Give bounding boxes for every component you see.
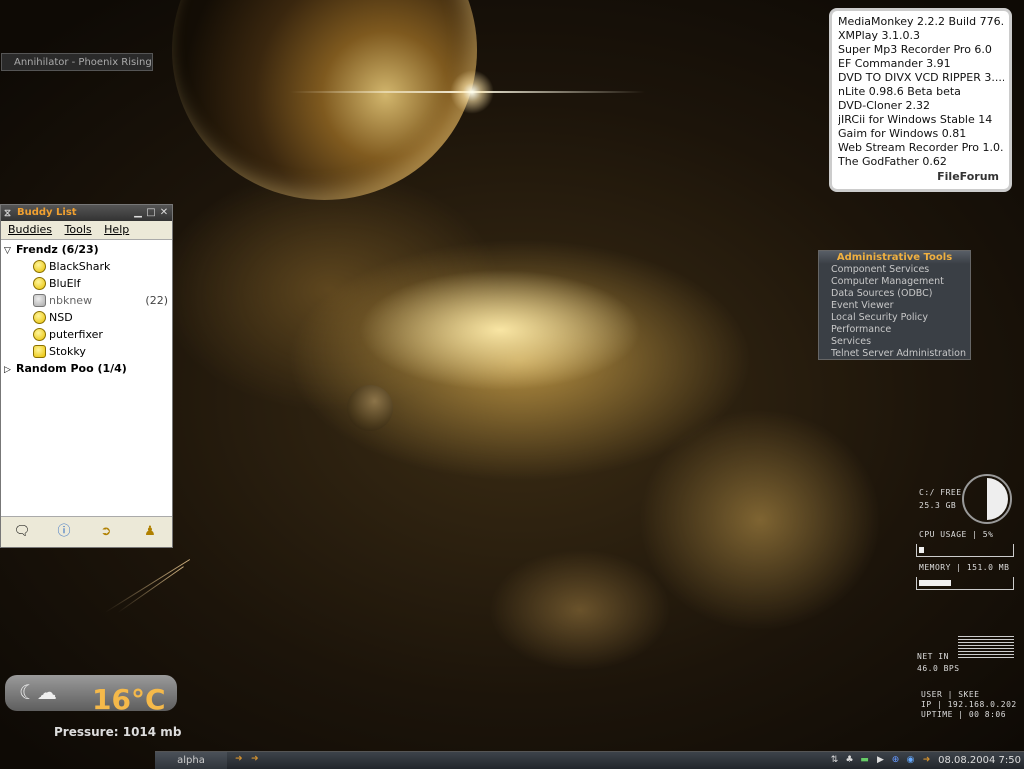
admin-item[interactable]: Services [819,336,970,348]
memory-bar [916,577,1014,590]
cpu-bar-fill [919,547,924,553]
play-tray-icon[interactable]: ▶ [875,755,886,766]
fileforum-item[interactable]: jIRCii for Windows Stable 14 [838,113,1004,127]
net-graph [958,636,1014,660]
taskbar: alpha ➜ ➜ ⇅ ♣ ▬ ▶ ⊕ ◉ ➜ 08.08.2004 7:50 [155,751,1024,769]
idle-icon [33,294,46,307]
buddy-tree: ▽ Frendz (6/23) BlackShark BluElf nbknew … [1,240,172,377]
buddy-item[interactable]: nbknew (22) [1,292,172,309]
wallpaper-streak [104,559,191,613]
minimize-button[interactable]: ▁ [132,206,144,219]
wallpaper-moon [347,385,393,431]
fileforum-brand[interactable]: FileForum [937,170,999,183]
wallpaper-planet [172,0,477,200]
disk-ring-fill [966,478,1008,520]
smiley-online-icon [33,260,46,273]
away-icon[interactable]: ♟ [141,523,159,541]
fileforum-item[interactable]: The GodFather 0.62 [838,155,1004,169]
network-tray-icon[interactable]: ⇅ [829,755,840,766]
smiley-online-icon [33,311,46,324]
group-random-poo[interactable]: ▷ Random Poo (1/4) [1,360,172,377]
buddy-list-menubar: Buddies Tools Help [1,221,172,240]
info-icon[interactable]: ⓘ [55,523,73,541]
smiley-online-icon [33,277,46,290]
globe-tray-icon[interactable]: ⊕ [890,755,901,766]
fileforum-item[interactable]: MediaMonkey 2.2.2 Build 776... [838,15,1004,29]
admin-item[interactable]: Telnet Server Administration [819,348,970,360]
buddy-list-titlebar[interactable]: ⧖ Buddy List ▁ □ ✕ [1,205,172,221]
memory-label: MEMORY | 151.0 MB [919,563,1010,572]
ip-line: IP | 192.168.0.202 [921,700,1017,709]
uptime-line: UPTIME | 00 8:06 [921,710,1007,719]
memory-bar-fill [919,580,952,586]
buddy-list-window: ⧖ Buddy List ▁ □ ✕ Buddies Tools Help ▽ F… [0,204,173,548]
cpu-bar [916,544,1014,557]
fileforum-item[interactable]: XMPlay 3.1.0.3 [838,29,1004,43]
maximize-button[interactable]: □ [145,206,157,219]
fileforum-item[interactable]: Web Stream Recorder Pro 1.0... [838,141,1004,155]
admin-item[interactable]: Data Sources (ODBC) [819,288,970,300]
menu-help[interactable]: Help [104,223,129,236]
chat-icon[interactable]: ➲ [97,523,115,541]
clock[interactable]: 08.08.2004 7:50 [938,752,1021,769]
close-button[interactable]: ✕ [158,206,170,219]
buddy-item[interactable]: BlackShark [1,258,172,275]
buddy-list-title: Buddy List [17,207,77,218]
buddy-item[interactable]: NSD [1,309,172,326]
wallpaper-streak [117,566,184,613]
buddy-item[interactable]: puterfixer [1,326,172,343]
fileforum-item[interactable]: nLite 0.98.6 Beta beta [838,85,1004,99]
monitor-tray-icon[interactable]: ▬ [859,755,870,766]
messenger-tray-icon[interactable]: ◉ [905,755,916,766]
arrow-icon[interactable]: ➜ [251,754,259,764]
admin-item[interactable]: Component Services [819,264,970,276]
task-button-alpha[interactable]: alpha [155,752,227,769]
moon-cloud-icon: ☾☁ [19,680,57,704]
fileforum-item[interactable]: DVD-Cloner 2.32 [838,99,1004,113]
user-line: USER | SKEE [921,690,980,699]
net-value: 46.0 BPS [917,664,960,673]
wallpaper-flare [450,70,494,114]
buddy-list-toolbar: 🗨 ⓘ ➲ ♟ [1,516,172,547]
winamp-title-bar[interactable]: Annihilator - Phoenix Rising [1,53,153,71]
menu-tools[interactable]: Tools [65,223,92,236]
hourglass-icon: ⧖ [4,208,12,219]
buddy-item[interactable]: BluElf [1,275,172,292]
disk-value: 25.3 GB [919,501,957,510]
admin-tools-title: Administrative Tools [819,251,970,264]
smiley-online-icon [33,328,46,341]
admin-item[interactable]: Local Security Policy [819,312,970,324]
temperature: 16°C [92,683,166,716]
fileforum-panel: MediaMonkey 2.2.2 Build 776... XMPlay 3.… [829,8,1012,192]
arrow-tray-icon[interactable]: ➜ [921,755,932,766]
collapse-triangle-icon[interactable]: ▷ [4,362,16,379]
admin-tools-menu: Administrative Tools Component Services … [818,250,971,360]
away-status-icon [33,345,46,358]
menu-buddies[interactable]: Buddies [8,223,52,236]
admin-item[interactable]: Computer Management [819,276,970,288]
cpu-label: CPU USAGE | 5% [919,530,994,539]
net-label: NET IN [917,652,949,661]
fileforum-item[interactable]: EF Commander 3.91 [838,57,1004,71]
admin-item[interactable]: Event Viewer [819,300,970,312]
fileforum-item[interactable]: Super Mp3 Recorder Pro 6.0 [838,43,1004,57]
admin-item[interactable]: Performance [819,324,970,336]
pressure: Pressure: 1014 mb [54,725,182,739]
plant-tray-icon[interactable]: ♣ [844,755,855,766]
im-icon[interactable]: 🗨 [13,523,31,541]
group-frendz[interactable]: ▽ Frendz (6/23) [1,241,172,258]
disk-label: C:/ FREE [919,488,962,497]
fileforum-item[interactable]: DVD TO DIVX VCD RIPPER 3.... [838,71,1004,85]
buddy-item[interactable]: Stokky [1,343,172,360]
arrow-icon[interactable]: ➜ [235,754,243,764]
fileforum-item[interactable]: Gaim for Windows 0.81 [838,127,1004,141]
